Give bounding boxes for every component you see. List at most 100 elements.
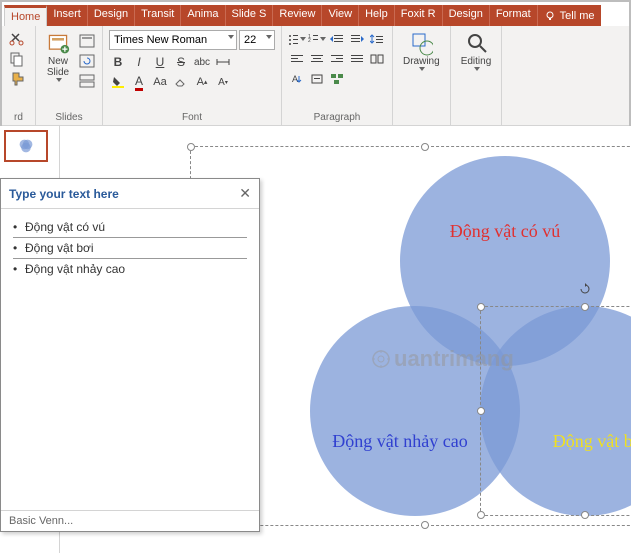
decrease-indent-button[interactable] bbox=[328, 30, 346, 48]
shapes-icon bbox=[409, 30, 433, 58]
text-pane-item[interactable]: Động vật bơi bbox=[13, 237, 247, 259]
line-spacing-button[interactable] bbox=[368, 30, 386, 48]
format-painter-button[interactable] bbox=[8, 70, 26, 88]
paragraph-group-label: Paragraph bbox=[288, 110, 386, 123]
justify-button[interactable] bbox=[348, 50, 366, 68]
justify-icon bbox=[350, 53, 364, 65]
text-dir-icon: A bbox=[290, 73, 304, 85]
clipboard-group-label: rd bbox=[8, 110, 29, 123]
font-name-select[interactable]: Times New Roman bbox=[109, 30, 237, 50]
underline-button[interactable]: U bbox=[151, 53, 169, 71]
strikethrough-button[interactable]: S bbox=[172, 53, 190, 71]
text-pane-item[interactable]: Động vật nhảy cao bbox=[13, 259, 247, 279]
tab-home[interactable]: Home bbox=[4, 5, 47, 26]
slide-canvas-area[interactable]: Động vật có vú Động vật nhảy cao Động vậ… bbox=[60, 126, 631, 553]
tab-review[interactable]: Review bbox=[273, 5, 322, 26]
chevron-down-icon bbox=[56, 78, 62, 82]
align-right-icon bbox=[330, 53, 344, 65]
line-spacing-icon bbox=[370, 33, 384, 45]
tab-view[interactable]: View bbox=[322, 5, 359, 26]
text-pane-footer: Basic Venn... bbox=[1, 510, 259, 531]
grow-font-button[interactable]: A▴ bbox=[193, 73, 211, 91]
workspace: Động vật có vú Động vật nhảy cao Động vậ… bbox=[0, 126, 631, 553]
bold-button[interactable]: B bbox=[109, 53, 127, 71]
font-group-label: Font bbox=[109, 110, 275, 123]
ribbon: rd New Slide Slides Times New Roman 22 B bbox=[2, 26, 629, 126]
font-color-button[interactable]: A bbox=[130, 73, 148, 91]
chevron-down-icon bbox=[266, 35, 272, 39]
smartart-button[interactable] bbox=[328, 70, 346, 88]
new-slide-button[interactable]: New Slide bbox=[42, 30, 74, 84]
section-icon bbox=[79, 74, 95, 88]
copy-button[interactable] bbox=[8, 50, 26, 68]
svg-text:2: 2 bbox=[308, 38, 311, 44]
align-center-button[interactable] bbox=[308, 50, 326, 68]
change-case-button[interactable]: Aa bbox=[151, 73, 169, 91]
svg-text:A: A bbox=[292, 74, 298, 84]
brush-icon bbox=[9, 71, 25, 87]
layout-icon bbox=[79, 34, 95, 48]
tab-animations[interactable]: Anima bbox=[181, 5, 225, 26]
ribbon-tabs-bar: Home Insert Design Transit Anima Slide S… bbox=[2, 2, 629, 26]
align-center-icon bbox=[310, 53, 324, 65]
columns-icon bbox=[370, 53, 384, 65]
shrink-font-button[interactable]: A▾ bbox=[214, 73, 232, 91]
columns-button[interactable] bbox=[368, 50, 386, 68]
text-pane-title: Type your text here bbox=[9, 187, 119, 201]
outdent-icon bbox=[330, 33, 344, 45]
cut-button[interactable] bbox=[8, 30, 26, 48]
chevron-down-icon bbox=[419, 67, 425, 71]
tab-design2[interactable]: Design bbox=[443, 5, 490, 26]
text-direction-button[interactable]: A bbox=[288, 70, 306, 88]
venn-thumb-icon bbox=[18, 138, 34, 154]
smartart-text-pane[interactable]: Type your text here ✕ Động vật có vú Độn… bbox=[0, 178, 260, 532]
eraser-icon bbox=[174, 76, 188, 88]
tell-me-search[interactable]: Tell me bbox=[538, 5, 601, 26]
tab-foxit[interactable]: Foxit R bbox=[395, 5, 443, 26]
bullets-icon bbox=[288, 33, 298, 45]
italic-button[interactable]: I bbox=[130, 53, 148, 71]
bullets-button[interactable] bbox=[288, 30, 306, 48]
align-text-button[interactable] bbox=[308, 70, 326, 88]
spacing-icon bbox=[216, 56, 230, 68]
svg-text:1: 1 bbox=[308, 34, 311, 40]
editing-button[interactable]: Editing bbox=[457, 30, 496, 73]
drawing-button[interactable]: Drawing bbox=[399, 30, 444, 73]
tab-slideshow[interactable]: Slide S bbox=[226, 5, 274, 26]
shadow-button[interactable]: abc bbox=[193, 53, 211, 71]
reset-button[interactable] bbox=[78, 52, 96, 70]
highlight-icon bbox=[111, 75, 125, 89]
slides-group-label: Slides bbox=[42, 110, 96, 123]
increase-indent-button[interactable] bbox=[348, 30, 366, 48]
close-icon[interactable]: ✕ bbox=[239, 185, 251, 202]
clear-format-button[interactable] bbox=[172, 73, 190, 91]
numbering-icon: 12 bbox=[308, 33, 318, 45]
lightbulb-icon bbox=[544, 10, 556, 22]
chevron-down-icon bbox=[228, 35, 234, 39]
scissors-icon bbox=[9, 31, 25, 47]
find-icon bbox=[464, 30, 488, 58]
layout-button[interactable] bbox=[78, 32, 96, 50]
new-slide-icon bbox=[46, 30, 70, 58]
char-spacing-button[interactable] bbox=[214, 53, 232, 71]
tab-format[interactable]: Format bbox=[490, 5, 538, 26]
align-left-button[interactable] bbox=[288, 50, 306, 68]
font-size-select[interactable]: 22 bbox=[239, 30, 275, 50]
align-text-icon bbox=[310, 73, 324, 85]
tab-design[interactable]: Design bbox=[88, 5, 135, 26]
highlight-button[interactable] bbox=[109, 73, 127, 91]
venn-diagram[interactable]: Động vật có vú Động vật nhảy cao Động vậ… bbox=[310, 156, 631, 526]
tab-transitions[interactable]: Transit bbox=[135, 5, 181, 26]
tab-insert[interactable]: Insert bbox=[47, 5, 88, 26]
copy-icon bbox=[9, 51, 25, 67]
tab-help[interactable]: Help bbox=[359, 5, 395, 26]
text-pane-item[interactable]: Động vật có vú bbox=[13, 217, 247, 237]
numbering-button[interactable]: 12 bbox=[308, 30, 326, 48]
indent-icon bbox=[350, 33, 364, 45]
section-button[interactable] bbox=[78, 72, 96, 90]
smartart-icon bbox=[330, 73, 344, 85]
reset-icon bbox=[79, 54, 95, 68]
slide-thumbnail-1[interactable] bbox=[4, 130, 48, 162]
align-left-icon bbox=[290, 53, 304, 65]
align-right-button[interactable] bbox=[328, 50, 346, 68]
